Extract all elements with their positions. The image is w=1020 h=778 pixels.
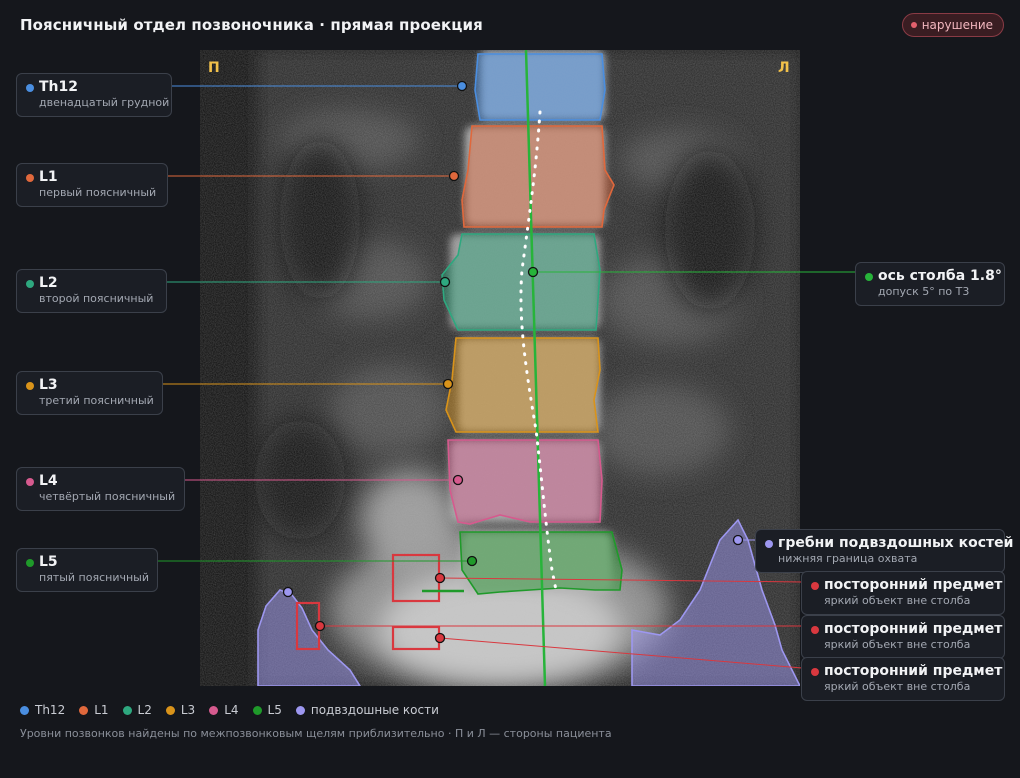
legend-item-l4: L4 [209,703,239,717]
xray-graphic: П Л [200,50,800,686]
l3-outline [445,337,601,433]
legend-item-l3: L3 [165,703,196,717]
legend: Th12 L1 L2 L3 L4 L5 подвздошные кости [20,703,439,717]
status-badge-label: нарушение [921,18,993,32]
legend-label: подвздошные кости [310,703,439,717]
label-l4-name: L4 [39,473,58,489]
legend-item-l5: L5 [252,703,282,717]
l2-dot-icon [26,280,34,288]
label-spine-axis: ось столба 1.8° допуск 5° по Т3 [855,262,1005,306]
label-axis-desc: допуск 5° по Т3 [878,285,970,298]
label-foreign-2-name: посторонний предмет [824,621,1003,637]
label-iliac-desc: нижняя граница охвата [778,552,918,565]
label-foreign-1-name: посторонний предмет [824,577,1003,593]
legend-item-iliac: подвздошные кости [295,703,439,717]
label-iliac-crests: гребни подвздошных костей нижняя граница… [755,529,1014,573]
l4-outline [447,439,603,525]
iliac-dot-icon [765,540,773,548]
label-axis-name: ось столба 1.8° [878,268,1002,284]
label-iliac-name: гребни подвздошных костей [778,535,1014,551]
label-l1-name: L1 [39,169,58,185]
label-th12-name: Th12 [39,79,78,95]
label-l5-desc: пятый поясничный [39,571,149,584]
label-foreign-1-desc: яркий объект вне столба [824,594,971,607]
l2-dot-icon [122,705,132,715]
label-l4-desc: четвёртый поясничный [39,490,176,503]
label-l3: L3 третий поясничный [16,371,163,415]
label-l1-desc: первый поясничный [39,186,157,199]
label-l1: L1 первый поясничный [16,163,168,207]
label-l3-desc: третий поясничный [39,394,154,407]
label-th12-desc: двенадцатый грудной [39,96,170,109]
legend-item-th12: Th12 [20,703,65,717]
label-l5: L5 пятый поясничный [16,548,158,592]
legend-label: L4 [224,703,239,717]
legend-label: L3 [180,703,196,717]
label-l3-name: L3 [39,377,58,393]
status-badge: нарушение [901,13,1004,37]
label-l2-name: L2 [39,275,58,291]
label-foreign-2-desc: яркий объект вне столба [824,638,971,651]
label-l4: L4 четвёртый поясничный [16,467,185,511]
legend-item-l1: L1 [79,703,109,717]
label-foreign-object-1: посторонний предмет яркий объект вне сто… [801,571,1005,615]
th12-dot-icon [26,84,34,92]
legend-label: L2 [137,703,152,717]
label-th12: Th12 двенадцатый грудной [16,73,172,117]
th12-outline [474,53,606,121]
page-title: Поясничный отдел позвоночника · прямая п… [20,16,483,34]
label-foreign-object-3: посторонний предмет яркий объект вне сто… [801,657,1005,701]
iliac-dot-icon [295,705,305,715]
legend-label: L5 [267,703,282,717]
axis-dot-icon [865,273,873,281]
xray-image: П Л [200,50,800,686]
foreign-dot-icon [811,626,819,634]
label-l2-desc: второй поясничный [39,292,154,305]
l3-dot-icon [26,382,34,390]
label-foreign-3-desc: яркий объект вне столба [824,680,971,693]
l5-dot-icon [26,559,34,567]
l4-dot-icon [26,478,34,486]
legend-item-l2: L2 [122,703,152,717]
l3-dot-icon [165,705,175,715]
label-foreign-object-2: посторонний предмет яркий объект вне сто… [801,615,1005,659]
label-l5-name: L5 [39,554,58,570]
foreign-dot-icon [811,668,819,676]
side-marker-left: Л [778,60,790,76]
l5-dot-icon [252,705,262,715]
footer-note: Уровни позвонков найдены по межпозвонков… [20,727,612,740]
l1-dot-icon [26,174,34,182]
label-l2: L2 второй поясничный [16,269,167,313]
side-marker-right: П [208,60,220,76]
legend-label: Th12 [35,703,66,717]
label-foreign-3-name: посторонний предмет [824,663,1003,679]
l1-dot-icon [79,705,89,715]
l4-dot-icon [209,705,219,715]
foreign-dot-icon [811,582,819,590]
legend-label: L1 [94,703,109,717]
th12-dot-icon [20,705,29,715]
alert-dot-icon [910,22,917,28]
